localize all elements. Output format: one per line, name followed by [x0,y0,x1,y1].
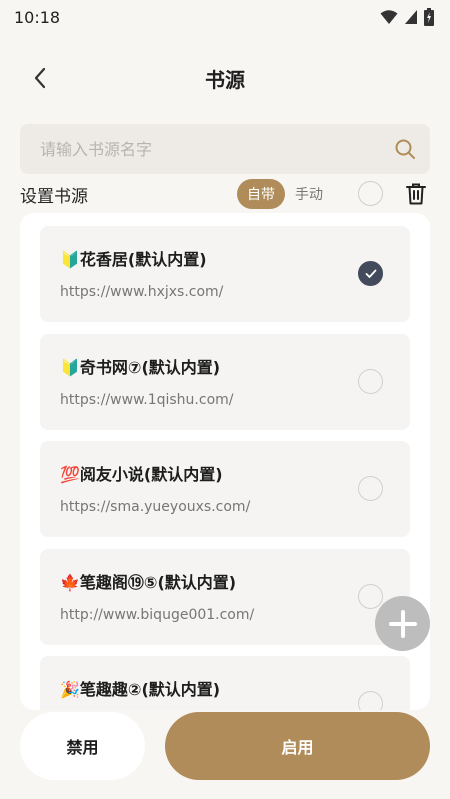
source-list: 🔰花香居(默认内置) https://www.hxjxs.com/ 🔰奇书网⑦(… [20,213,430,710]
status-time: 10:18 [14,7,61,27]
source-emoji-icon: 🎉 [60,680,80,699]
select-all-radio[interactable] [358,181,383,206]
source-emoji-icon: 🔰 [60,250,80,269]
chevron-left-icon [34,67,46,89]
battery-icon [424,8,434,26]
disable-button[interactable]: 禁用 [20,712,145,780]
delete-button[interactable] [404,180,428,208]
source-select-radio[interactable] [358,369,383,394]
enable-button[interactable]: 启用 [165,712,430,780]
source-url: http://www.biquge001.com/ [60,607,255,623]
page-title: 书源 [205,67,245,92]
source-select-radio[interactable] [358,476,383,501]
source-card[interactable]: 💯阅友小说(默认内置) https://sma.yueyouxs.com/ [40,441,410,537]
source-url: https://www.hxjxs.com/ [60,284,224,300]
source-select-radio[interactable] [358,261,383,286]
back-button[interactable] [26,64,54,92]
add-source-button[interactable] [375,596,430,651]
tab-manual[interactable]: 手动 [285,179,333,209]
source-type-toggle: 自带 手动 [237,178,333,210]
source-emoji-icon: 💯 [60,465,80,484]
app-header: 书源 [0,56,450,100]
source-emoji-icon: 🔰 [60,358,80,377]
source-name: 🍁笔趣阁⑲⑤(默认内置) [60,573,237,592]
status-bar: 10:18 [0,0,450,34]
source-select-radio[interactable] [358,691,383,710]
trash-icon [406,183,426,205]
source-card[interactable]: 🎉笔趣趣②(默认内置) [40,656,410,710]
search-icon[interactable] [392,136,418,162]
plus-icon [388,609,417,638]
source-select-radio[interactable] [358,584,383,609]
source-card[interactable]: 🔰奇书网⑦(默认内置) https://www.1qishu.com/ [40,334,410,430]
source-emoji-icon: 🍁 [60,573,80,592]
wifi-icon [380,10,398,24]
source-url: https://www.1qishu.com/ [60,392,234,408]
source-card[interactable]: 🔰花香居(默认内置) https://www.hxjxs.com/ [40,226,410,322]
source-card[interactable]: 🍁笔趣阁⑲⑤(默认内置) http://www.biquge001.com/ [40,549,410,645]
search-bar [20,124,430,174]
source-name: 💯阅友小说(默认内置) [60,465,223,484]
source-name: 🎉笔趣趣②(默认内置) [60,680,221,699]
search-input[interactable] [40,139,392,159]
checkmark-icon [365,269,376,278]
source-settings-row: 设置书源 自带 手动 [20,178,438,210]
status-icons [380,8,434,26]
section-title: 设置书源 [20,186,88,207]
tab-builtin[interactable]: 自带 [237,179,285,209]
source-name: 🔰奇书网⑦(默认内置) [60,358,221,377]
source-url: https://sma.yueyouxs.com/ [60,499,251,515]
signal-icon [405,10,417,24]
source-name: 🔰花香居(默认内置) [60,250,207,269]
